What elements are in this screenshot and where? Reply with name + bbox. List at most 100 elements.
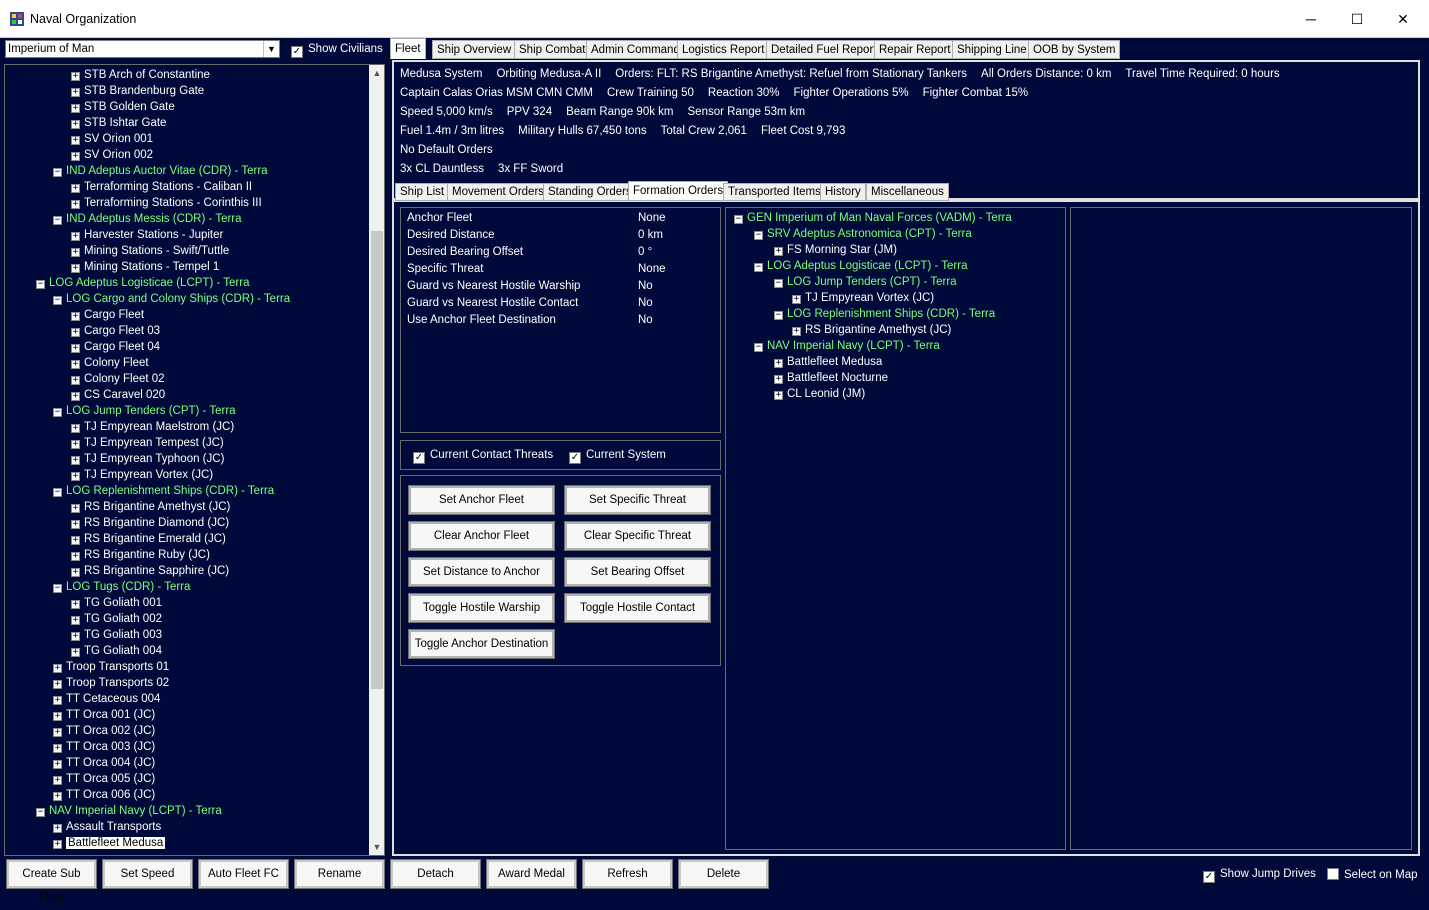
tree-node[interactable]: + TG Goliath 002 (71, 611, 162, 627)
tree-node[interactable]: + CS Caravel 020 (71, 387, 165, 403)
expand-icon[interactable]: + (71, 312, 80, 321)
tree-node[interactable]: + TJ Empyrean Tempest (JC) (71, 435, 224, 451)
expand-icon[interactable]: + (774, 375, 783, 384)
tree-node[interactable]: + RS Brigantine Emerald (JC) (71, 531, 226, 547)
tree-node[interactable]: − NAV Imperial Navy (LCPT) - Terra (36, 803, 222, 819)
tree-node[interactable]: + TT Orca 005 (JC) (53, 771, 155, 787)
tree-node[interactable]: − LOG Adeptus Logisticae (LCPT) - Terra (36, 275, 250, 291)
org-tree-node[interactable]: + TJ Empyrean Vortex (JC) (792, 290, 934, 306)
select-on-map-checkbox[interactable]: Select on Map (1327, 868, 1418, 881)
tree-node[interactable]: + TJ Empyrean Maelstrom (JC) (71, 419, 234, 435)
org-tree-node[interactable]: + Battlefleet Medusa (774, 354, 882, 370)
collapse-icon[interactable]: − (754, 263, 763, 272)
tree-node[interactable]: + TT Cetaceous 004 (53, 691, 160, 707)
tree-node[interactable]: + STB Ishtar Gate (71, 115, 166, 131)
expand-icon[interactable]: + (71, 184, 80, 193)
subtab-movement-orders[interactable]: Movement Orders (447, 183, 550, 201)
current-contact-threats-checkbox[interactable]: ✓ Current Contact Threats (413, 449, 553, 464)
formation-order-row[interactable]: Specific Threat None (407, 261, 717, 278)
collapse-icon[interactable]: − (53, 488, 62, 497)
collapse-icon[interactable]: − (53, 584, 62, 593)
formation-order-row[interactable]: Desired Bearing Offset 0 ° (407, 244, 717, 261)
set-bearing-offset-button[interactable]: Set Bearing Offset (564, 557, 711, 587)
toggle-anchor-destination-button[interactable]: Toggle Anchor Destination (408, 629, 555, 659)
detach-button[interactable]: Detach (390, 859, 481, 889)
tree-node[interactable]: + RS Brigantine Diamond (JC) (71, 515, 229, 531)
collapse-icon[interactable]: − (53, 168, 62, 177)
create-sub-fleet-button[interactable]: Create Sub Fleet (6, 859, 97, 904)
expand-icon[interactable]: + (53, 696, 62, 705)
expand-icon[interactable]: + (71, 344, 80, 353)
org-tree-node[interactable]: − GEN Imperium of Man Naval Forces (VADM)… (734, 210, 1012, 226)
expand-icon[interactable]: + (774, 247, 783, 256)
tree-node[interactable]: + Mining Stations - Swift/Tuttle (71, 243, 229, 259)
tree-node[interactable]: + Cargo Fleet 04 (71, 339, 160, 355)
set-specific-threat-button[interactable]: Set Specific Threat (564, 485, 711, 515)
organization-tree[interactable]: − GEN Imperium of Man Naval Forces (VADM)… (725, 207, 1066, 850)
collapse-icon[interactable]: − (774, 311, 783, 320)
formation-orders-list[interactable]: Anchor Fleet None Desired Distance 0 km Desi… (400, 207, 721, 433)
tree-node[interactable]: + TT Orca 004 (JC) (53, 755, 155, 771)
org-tree-node[interactable]: + CL Leonid (JM) (774, 386, 865, 402)
tree-node[interactable]: + RS Brigantine Amethyst (JC) (71, 499, 230, 515)
tree-node[interactable]: + Troop Transports 01 (53, 659, 169, 675)
tab-admin-command[interactable]: Admin Command (586, 40, 685, 59)
expand-icon[interactable]: + (71, 376, 80, 385)
expand-icon[interactable]: + (71, 600, 80, 609)
formation-order-row[interactable]: Guard vs Nearest Hostile Contact No (407, 295, 717, 312)
tree-node[interactable]: + RS Brigantine Sapphire (JC) (71, 563, 229, 579)
tree-node[interactable]: + Assault Transports (53, 819, 161, 835)
maximize-button[interactable]: ☐ (1334, 0, 1380, 38)
expand-icon[interactable]: + (71, 472, 80, 481)
expand-icon[interactable]: + (792, 295, 801, 304)
toggle-hostile-contact-button[interactable]: Toggle Hostile Contact (564, 593, 711, 623)
tree-node[interactable]: − LOG Replenishment Ships (CDR) - Terra (53, 483, 274, 499)
formation-order-row[interactable]: Anchor Fleet None (407, 210, 717, 227)
subtab-miscellaneous[interactable]: Miscellaneous (866, 183, 949, 201)
fleet-tree[interactable]: ▲ ▼ + STB Arch of Constantine + STB Branden… (4, 64, 385, 856)
collapse-icon[interactable]: − (53, 296, 62, 305)
show-jump-drives-checkbox[interactable]: ✓ Show Jump Drives (1203, 868, 1316, 883)
show-civilians-checkbox[interactable]: ✓ Show Civilians (291, 43, 383, 58)
expand-icon[interactable]: + (71, 504, 80, 513)
tree-node[interactable]: + Terraforming Stations - Corinthis III (71, 195, 262, 211)
tree-node[interactable]: + Colony Fleet (71, 355, 149, 371)
tab-repair-report[interactable]: Repair Report (874, 40, 956, 59)
expand-icon[interactable]: + (774, 391, 783, 400)
tab-logistics-report[interactable]: Logistics Report (677, 40, 770, 59)
expand-icon[interactable]: + (71, 632, 80, 641)
tree-node[interactable]: + TT Orca 003 (JC) (53, 739, 155, 755)
tree-node[interactable]: − IND Adeptus Auctor Vitae (CDR) - Terra (53, 163, 268, 179)
scroll-up-icon[interactable]: ▲ (369, 65, 384, 81)
close-button[interactable]: ✕ (1380, 0, 1426, 38)
expand-icon[interactable]: + (71, 552, 80, 561)
expand-icon[interactable]: + (71, 424, 80, 433)
collapse-icon[interactable]: − (754, 343, 763, 352)
expand-icon[interactable]: + (53, 680, 62, 689)
expand-icon[interactable]: + (53, 664, 62, 673)
expand-icon[interactable]: + (53, 744, 62, 753)
org-tree-node[interactable]: − LOG Adeptus Logisticae (LCPT) - Terra (754, 258, 968, 274)
tree-node[interactable]: − IND Adeptus Messis (CDR) - Terra (53, 211, 242, 227)
subtab-formation-orders[interactable]: Formation Orders (628, 181, 729, 201)
expand-icon[interactable]: + (53, 824, 62, 833)
expand-icon[interactable]: + (71, 72, 80, 81)
org-tree-node[interactable]: + RS Brigantine Amethyst (JC) (792, 322, 951, 338)
tab-shipping-line[interactable]: Shipping Line (952, 40, 1032, 59)
collapse-icon[interactable]: − (36, 808, 45, 817)
expand-icon[interactable]: + (71, 536, 80, 545)
tab-ship-combat[interactable]: Ship Combat (514, 40, 591, 59)
expand-icon[interactable]: + (71, 440, 80, 449)
tab-fleet[interactable]: Fleet (390, 38, 426, 59)
tree-node[interactable]: − LOG Jump Tenders (CPT) - Terra (53, 403, 236, 419)
expand-icon[interactable]: + (71, 568, 80, 577)
tree-node[interactable]: + STB Arch of Constantine (71, 67, 210, 83)
tree-node[interactable]: + TG Goliath 003 (71, 627, 162, 643)
chevron-down-icon[interactable]: ▼ (263, 41, 279, 57)
rename-button[interactable]: Rename (294, 859, 385, 889)
tree-node[interactable]: + TT Orca 006 (JC) (53, 787, 155, 803)
org-tree-node[interactable]: − NAV Imperial Navy (LCPT) - Terra (754, 338, 940, 354)
expand-icon[interactable]: + (53, 776, 62, 785)
expand-icon[interactable]: + (71, 264, 80, 273)
expand-icon[interactable]: + (71, 360, 80, 369)
